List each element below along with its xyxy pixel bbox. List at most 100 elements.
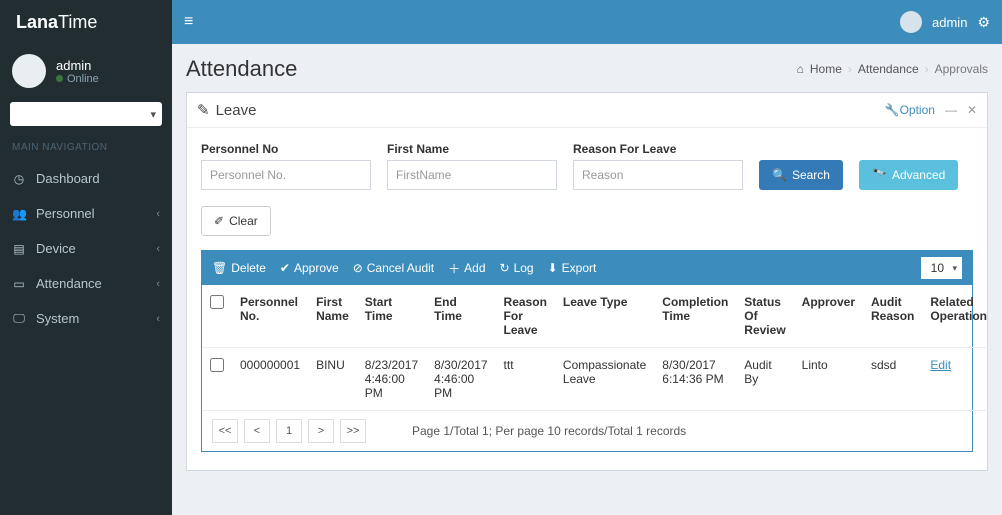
export-action[interactable]: ⬇Export [548,260,597,277]
avatar [12,54,46,88]
sidebar-item-dashboard[interactable]: ◷Dashboard [0,161,172,196]
check-icon: ✔ [280,261,290,275]
pager-next[interactable]: > [308,419,334,443]
personnel-icon: 👥 [12,207,26,221]
cell-type: Compassionate Leave [555,348,654,411]
topbar-user[interactable]: admin ⚙ [900,11,990,33]
sidebar-item-attendance[interactable]: ▭Attendance ‹ [0,266,172,301]
perpage-select[interactable]: 10▾ [921,257,962,279]
pager-last[interactable]: >> [340,419,366,443]
chevron-left-icon: ‹ [156,208,160,220]
sidebar-username: admin [56,58,99,73]
attendance-icon: ▭ [12,277,26,291]
nav-header: MAIN NAVIGATION [0,134,172,161]
table-row: 000000001 BINU 8/23/2017 4:46:00 PM 8/30… [202,348,995,411]
wrench-icon: 🔧 [885,103,900,117]
col-approver: Approver [794,285,863,348]
col-start: Start Time [357,285,426,348]
content-area: Attendance ⌂ Home › Attendance › Approva… [172,44,1002,515]
download-icon: ⬇ [548,261,558,275]
col-fname: First Name [308,285,357,348]
home-icon: ⌂ [797,62,804,76]
option-link[interactable]: 🔧Option [885,103,935,117]
pager-prev[interactable]: < [244,419,270,443]
row-checkbox[interactable] [210,358,224,372]
plus-icon: ＋ [448,260,460,277]
search-icon: 🔍 [772,168,787,182]
breadcrumb: ⌂ Home › Attendance › Approvals [797,62,988,76]
cell-approver: Linto [794,348,863,411]
cell-status: Audit By [736,348,793,411]
sidebar-userbox: admin Online [0,44,172,98]
breadcrumb-home[interactable]: Home [810,62,842,76]
topbar-right: ≡ admin ⚙ [172,0,1002,44]
cell-audit: sdsd [863,348,922,411]
breadcrumb-last: Approvals [935,62,988,76]
edit-link[interactable]: Edit [930,358,951,372]
col-reason: Reason For Leave [496,285,555,348]
cell-start: 8/23/2017 4:46:00 PM [357,348,426,411]
edit-icon: ✎ [197,101,210,119]
leave-table: Personnel No. First Name Start Time End … [202,285,995,411]
col-type: Leave Type [555,285,654,348]
dashboard-icon: ◷ [12,172,26,186]
device-icon: ▤ [12,242,26,256]
online-dot-icon [56,75,63,82]
label-first-name: First Name [387,142,557,156]
pager: << < 1 > >> Page 1/Total 1; Per page 10 … [202,411,972,451]
label-personnel-no: Personnel No [201,142,371,156]
pager-first[interactable]: << [212,419,238,443]
collapse-icon[interactable]: — [945,103,957,117]
chevron-left-icon: ‹ [156,243,160,255]
brand-bold: Lana [16,12,58,33]
topbar-username: admin [932,15,967,30]
clear-button[interactable]: ✐Clear [201,206,271,236]
cell-fname: BINU [308,348,357,411]
sidebar-select[interactable]: ▾ [10,102,162,126]
cancel-audit-action[interactable]: ⊘Cancel Audit [353,260,434,277]
add-action[interactable]: ＋Add [448,260,485,277]
col-op: Related Operation [922,285,995,348]
brand-light: Time [58,12,97,33]
cell-end: 8/30/2017 4:46:00 PM [426,348,495,411]
chevron-down-icon: ▾ [150,108,156,121]
cell-pno: 000000001 [232,348,308,411]
table-wrap: 🗑Delete ✔Approve ⊘Cancel Audit ＋Add ↻Log… [201,250,973,452]
log-action[interactable]: ↻Log [500,260,534,277]
pager-info: Page 1/Total 1; Per page 10 records/Tota… [412,424,686,438]
chevron-left-icon: ‹ [156,313,160,325]
first-name-input[interactable] [387,160,557,190]
col-status: Status Of Review [736,285,793,348]
chevron-left-icon: ‹ [156,278,160,290]
page-title: Attendance [186,56,297,82]
binoculars-icon: 🔭 [872,168,887,182]
panel-title: ✎ Leave [197,101,256,119]
pager-page[interactable]: 1 [276,419,302,443]
eraser-icon: ✐ [214,214,224,228]
trash-icon: 🗑 [212,261,227,275]
clock-icon: ↻ [500,261,510,275]
reason-input[interactable] [573,160,743,190]
brand: LanaTime [0,0,172,44]
delete-action[interactable]: 🗑Delete [212,260,266,277]
sidebar-item-device[interactable]: ▤Device ‹ [0,231,172,266]
advanced-button[interactable]: 🔭Advanced [859,160,958,190]
sidebar-item-system[interactable]: 🖵System ‹ [0,301,172,336]
chevron-down-icon: ▾ [952,263,957,274]
personnel-no-input[interactable] [201,160,371,190]
sidebar-item-personnel[interactable]: 👥Personnel ‹ [0,196,172,231]
col-end: End Time [426,285,495,348]
breadcrumb-mid[interactable]: Attendance [858,62,919,76]
leave-panel: ✎ Leave 🔧Option — ✕ Personnel No First [186,92,988,471]
col-pno: Personnel No. [232,285,308,348]
select-all-checkbox[interactable] [210,295,224,309]
col-audit: Audit Reason [863,285,922,348]
search-button[interactable]: 🔍Search [759,160,843,190]
cell-reason: ttt [496,348,555,411]
col-comp: Completion Time [654,285,736,348]
hamburger-icon[interactable]: ≡ [184,13,193,31]
approve-action[interactable]: ✔Approve [280,260,339,277]
cell-comp: 8/30/2017 6:14:36 PM [654,348,736,411]
gears-icon[interactable]: ⚙ [977,14,990,31]
close-icon[interactable]: ✕ [967,103,977,117]
